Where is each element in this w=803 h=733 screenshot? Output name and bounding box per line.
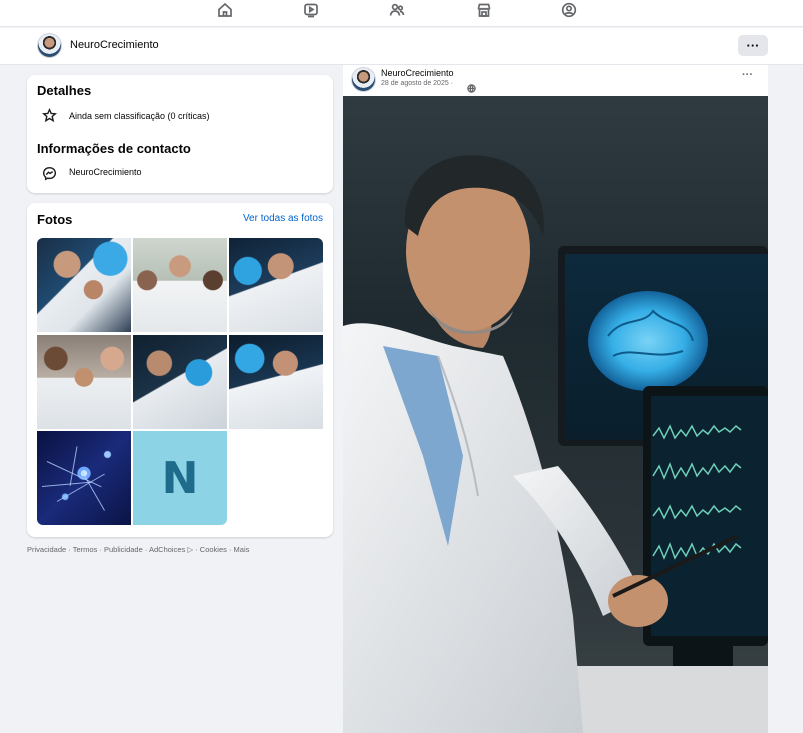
profile-header-bar: NeuroCrecimiento ··· — [0, 28, 803, 65]
details-card: Detalhes Ainda sem classificação (0 crít… — [27, 75, 333, 193]
messenger-contact[interactable]: NeuroCrecimiento — [69, 167, 142, 177]
video-icon[interactable] — [302, 1, 320, 19]
photos-card: Fotos Ver todas as fotos N — [27, 203, 333, 537]
see-all-photos-link[interactable]: Ver todas as fotos — [243, 213, 323, 224]
photo-thumbnail[interactable] — [37, 238, 131, 332]
photos-title: Fotos — [37, 212, 73, 227]
photo-thumbnail[interactable] — [37, 335, 131, 429]
post-image-illustration — [343, 155, 768, 733]
post-avatar[interactable] — [351, 67, 376, 92]
photo-thumbnail[interactable] — [37, 431, 131, 525]
globe-icon — [467, 80, 476, 93]
messenger-icon — [40, 164, 58, 182]
photo-thumbnail[interactable]: N — [133, 431, 227, 525]
post: NeuroCrecimiento 28 de agosto de 2025 · … — [343, 65, 768, 733]
photo-thumbnail[interactable] — [229, 238, 323, 332]
top-navigation — [0, 0, 803, 27]
post-more-options-icon[interactable]: ··· — [742, 69, 753, 81]
star-icon — [40, 106, 58, 124]
marketplace-icon[interactable] — [475, 1, 493, 19]
profile-icon[interactable] — [560, 1, 578, 19]
more-options-button[interactable]: ··· — [738, 35, 768, 56]
logo-letter: N — [161, 452, 199, 504]
friends-icon[interactable] — [388, 1, 406, 19]
post-author[interactable]: NeuroCrecimiento — [381, 68, 454, 78]
photo-thumbnail[interactable] — [133, 335, 227, 429]
contact-info-title: Informações de contacto — [37, 141, 191, 156]
home-icon[interactable] — [216, 1, 234, 19]
photo-thumbnail[interactable] — [229, 335, 323, 429]
details-title: Detalhes — [37, 83, 92, 98]
profile-name[interactable]: NeuroCrecimiento — [70, 39, 159, 51]
photo-thumbnail[interactable] — [133, 238, 227, 332]
avatar[interactable] — [37, 33, 62, 58]
rating-text: Ainda sem classificação (0 críticas) — [69, 111, 210, 121]
footer-links[interactable]: Privacidade · Termos · Publicidade · AdC… — [27, 545, 249, 554]
post-date[interactable]: 28 de agosto de 2025 · — [381, 80, 453, 87]
post-image[interactable] — [343, 96, 768, 733]
